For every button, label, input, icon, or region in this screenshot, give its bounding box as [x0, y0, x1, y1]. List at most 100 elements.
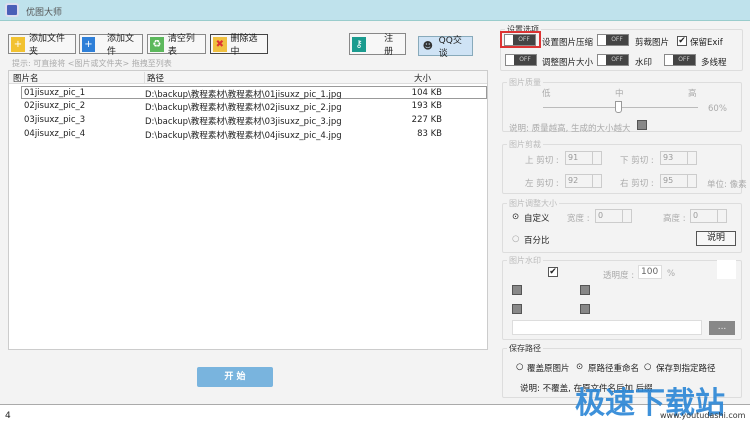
- crop-title: 图片剪裁: [507, 139, 543, 150]
- watermark-checkbox[interactable]: ✔: [548, 267, 558, 277]
- overwrite-label: 覆盖原图片: [527, 364, 570, 374]
- toggle-off-label: OFF: [513, 35, 535, 45]
- toggle-off-label: OFF: [606, 55, 628, 65]
- file-list[interactable]: 图片名 路径 大小 01jisuxz_pic_1 D:\backup\教程素材\教…: [8, 70, 488, 350]
- exif-label: 保留Exif: [690, 38, 723, 48]
- row-size: 227 KB: [411, 115, 442, 125]
- clear-list-button[interactable]: ♻ 清空列表: [147, 34, 206, 57]
- compress-label: 设置图片压缩: [542, 38, 594, 48]
- row-name: 02jisuxz_pic_2: [24, 101, 86, 111]
- qq-label: QQ交谈: [438, 36, 462, 59]
- quality-mid: 中: [615, 89, 624, 99]
- position-checkbox[interactable]: [512, 304, 522, 314]
- compress-toggle[interactable]: OFF: [504, 34, 536, 46]
- register-label: 注册: [384, 34, 394, 57]
- row-path: D:\backup\教程素材\教程素材\03jisuxz_pic_3.jpg: [145, 117, 342, 127]
- quality-value: 60%: [708, 104, 727, 114]
- list-header: 图片名 路径 大小: [9, 71, 487, 84]
- recycle-icon: ♻: [150, 36, 164, 52]
- row-size: 104 KB: [411, 88, 442, 98]
- custom-path-radio[interactable]: ○: [644, 362, 651, 372]
- crop-right-input[interactable]: 95: [660, 174, 697, 188]
- crop-toggle[interactable]: OFF: [597, 34, 629, 46]
- quality-slider-thumb[interactable]: [615, 101, 622, 113]
- help-button[interactable]: 说明: [696, 231, 736, 246]
- opacity-input[interactable]: 100: [638, 265, 662, 279]
- row-name: 01jisuxz_pic_1: [24, 88, 86, 98]
- resize-label: 调整图片大小: [542, 58, 594, 68]
- row-path: D:\backup\教程素材\教程素材\04jisuxz_pic_4.jpg: [145, 131, 342, 141]
- watermark-title: 图片水印: [507, 255, 543, 266]
- crop-right-label: 右 剪切 :: [620, 179, 654, 189]
- start-button[interactable]: 开 始: [197, 367, 273, 387]
- crop-bottom-label: 下 剪切 :: [620, 156, 654, 166]
- delete-selected-button[interactable]: ✖ 删除选中: [210, 34, 268, 57]
- width-label: 宽度 :: [567, 214, 590, 224]
- percent-radio[interactable]: ○: [512, 234, 519, 244]
- height-label: 高度 :: [663, 214, 686, 224]
- add-folder-button[interactable]: + 添加文件夹: [8, 34, 76, 57]
- quality-low: 低: [542, 89, 551, 99]
- col-size[interactable]: 大小: [414, 72, 431, 84]
- rename-radio[interactable]: ⊙: [576, 362, 583, 372]
- add-file-label: 添加文件: [106, 34, 134, 57]
- custom-radio[interactable]: ⊙: [512, 212, 519, 222]
- opacity-label: 透明度 :: [603, 271, 635, 281]
- rename-label: 原路径重命名: [588, 364, 640, 374]
- qq-chat-button[interactable]: ☻ QQ交谈: [418, 36, 473, 59]
- register-button[interactable]: ⚷ 注册: [349, 33, 406, 57]
- row-name: 04jisuxz_pic_4: [24, 129, 86, 139]
- table-row[interactable]: 04jisuxz_pic_4 D:\backup\教程素材\教程素材\04jisu…: [21, 128, 487, 141]
- position-checkbox[interactable]: [512, 285, 522, 295]
- quality-title: 图片质量: [507, 77, 543, 88]
- resize-title: 图片调整大小: [507, 198, 559, 209]
- save-title: 保存路径: [507, 343, 543, 354]
- col-name[interactable]: 图片名: [13, 72, 39, 84]
- browse-button[interactable]: ...: [709, 321, 735, 335]
- position-checkbox[interactable]: [580, 285, 590, 295]
- quality-high: 高: [688, 89, 697, 99]
- color-swatch[interactable]: [717, 260, 736, 279]
- table-row[interactable]: 03jisuxz_pic_3 D:\backup\教程素材\教程素材\03jisu…: [21, 114, 487, 127]
- width-input[interactable]: 0: [595, 209, 632, 223]
- height-input[interactable]: 0: [690, 209, 727, 223]
- window-title: 优图大师: [26, 8, 63, 18]
- quality-note: 说明: 质量越高, 生成的大小越大: [509, 124, 631, 134]
- exif-checkbox[interactable]: ✔: [677, 36, 687, 46]
- title-bar: 优图大师: [0, 0, 750, 21]
- quality-checkbox[interactable]: [637, 120, 647, 130]
- crop-bottom-input[interactable]: 93: [660, 151, 697, 165]
- row-size: 193 KB: [411, 101, 442, 111]
- row-name: 03jisuxz_pic_3: [24, 115, 86, 125]
- overwrite-radio[interactable]: ○: [516, 362, 523, 372]
- add-file-button[interactable]: + 添加文件: [79, 34, 143, 57]
- drag-hint: 提示: 可直接将 <图片或文件夹> 拖拽至列表: [12, 59, 172, 68]
- row-size: 83 KB: [417, 129, 442, 139]
- watermark-path-input[interactable]: [512, 320, 702, 335]
- clear-list-label: 清空列表: [167, 34, 195, 57]
- custom-path-label: 保存到指定路径: [656, 364, 716, 374]
- watermark-label: 水印: [635, 58, 653, 68]
- crop-left-input[interactable]: 92: [565, 174, 602, 188]
- crop-unit: 单位: 像素: [707, 180, 747, 190]
- crop-top-input[interactable]: 91: [565, 151, 602, 165]
- toggle-off-label: OFF: [673, 55, 695, 65]
- table-row[interactable]: 02jisuxz_pic_2 D:\backup\教程素材\教程素材\02jisu…: [21, 100, 487, 113]
- percent-label: 百分比: [524, 236, 550, 246]
- folder-plus-icon: +: [11, 36, 25, 52]
- crop-label: 剪裁图片: [635, 38, 670, 48]
- position-checkbox[interactable]: [580, 304, 590, 314]
- app-icon: [5, 3, 19, 17]
- col-path[interactable]: 路径: [144, 72, 164, 84]
- opacity-unit: %: [667, 269, 676, 279]
- toggle-off-label: OFF: [606, 35, 628, 45]
- delete-selected-label: 删除选中: [230, 34, 258, 57]
- row-path: D:\backup\教程素材\教程素材\02jisuxz_pic_2.jpg: [145, 103, 342, 113]
- table-row[interactable]: 01jisuxz_pic_1 D:\backup\教程素材\教程素材\01jisu…: [21, 86, 487, 100]
- multithread-toggle[interactable]: OFF: [664, 54, 696, 66]
- toggle-off-label: OFF: [514, 55, 536, 65]
- row-path: D:\backup\教程素材\教程素材\01jisuxz_pic_1.jpg: [145, 90, 342, 100]
- watermark-toggle[interactable]: OFF: [597, 54, 629, 66]
- delete-folder-icon: ✖: [213, 36, 227, 52]
- resize-toggle[interactable]: OFF: [505, 54, 537, 66]
